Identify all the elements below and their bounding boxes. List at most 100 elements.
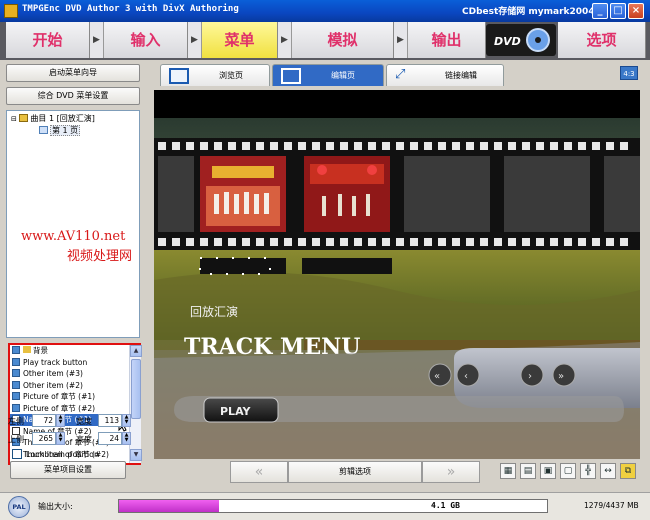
nav-step-output[interactable]: 输出 <box>408 22 486 58</box>
list-item[interactable]: Picture of 章节 (#2) <box>10 403 129 415</box>
output-size-fill <box>119 500 219 512</box>
tab-browse[interactable]: 浏览页 <box>160 64 270 86</box>
svg-text:«: « <box>434 371 440 382</box>
list-item[interactable]: Play track button <box>10 357 129 369</box>
menu-subtitle[interactable]: 回放汇演 <box>190 304 238 319</box>
dvd-logo-text: DVD <box>494 35 521 48</box>
grid-icon[interactable]: ▦ <box>500 463 516 479</box>
menu-wizard-button[interactable]: 启动菜单向导 <box>6 64 140 82</box>
scroll-down-icon[interactable]: ▼ <box>130 449 142 461</box>
menu-item-list: 背景 Play track button Other item (#3) Oth… <box>8 343 142 465</box>
height-input[interactable]: 24 <box>98 432 122 445</box>
menu-preview-canvas[interactable]: 回放汇演 TRACK MENU « ‹ › » PLAY <box>154 90 640 459</box>
chevron-right-icon: ▶ <box>278 22 292 58</box>
lock-icon <box>23 346 31 353</box>
scroll-up-icon[interactable]: ▲ <box>130 345 142 357</box>
page-navigation: « 剪辑选项 » <box>230 461 490 483</box>
list-scrollbar[interactable]: ▲ ▼ <box>129 345 142 463</box>
thumbnail-chapter-2[interactable] <box>304 156 390 232</box>
left-position-stepper[interactable]: ▲ ▼ <box>56 414 65 427</box>
chevron-right-icon: ▶ <box>188 22 202 58</box>
list-item[interactable]: Other item (#2) <box>10 380 129 392</box>
expand-arrows-icon: ⤢ <box>395 67 406 82</box>
scroll-thumb[interactable] <box>131 359 141 419</box>
lock-position-checkbox[interactable] <box>12 449 22 459</box>
left-label: 左侧 <box>8 417 24 426</box>
chevron-right-icon: ▶ <box>394 22 408 58</box>
left-position-input[interactable]: 72 <box>32 414 56 427</box>
svg-text:›: › <box>528 371 532 382</box>
grid-fine-icon[interactable]: ▤ <box>520 463 536 479</box>
next-chapter-button[interactable]: » <box>552 363 576 387</box>
play-label: PLAY <box>220 405 252 418</box>
aspect-ratio-badge[interactable]: 4:3 <box>620 66 638 80</box>
edit-grid-icon <box>281 68 301 84</box>
nav-step-menu[interactable]: 菜单 <box>202 22 278 58</box>
nav-step-start[interactable]: 开始 <box>6 22 90 58</box>
tree-node-page[interactable]: 第 1 页 <box>39 125 81 136</box>
item-icon <box>12 369 20 377</box>
item-settings-button[interactable]: 菜单项目设置 <box>10 461 126 479</box>
clip-options-button[interactable]: 剪辑选项 <box>288 461 422 483</box>
next-button[interactable]: › <box>520 363 544 387</box>
step-navigation: 开始 ▶ 输入 ▶ 菜单 ▶ 模拟 ▶ 输出 DVD 选项 <box>0 22 650 60</box>
chevron-right-icon: ▶ <box>90 22 104 58</box>
item-icon <box>12 357 20 366</box>
minimize-button[interactable]: _ <box>592 3 608 19</box>
item-icon <box>12 403 20 412</box>
tv-system-badge: PAL <box>8 496 30 518</box>
tab-link-edit[interactable]: ⤢ 链接编辑 <box>386 64 504 86</box>
item-icon <box>12 380 20 389</box>
watermark-url: www.AV110.net <box>21 229 126 244</box>
menu-tree: ⊟ 曲目 1 [回放汇演] 第 1 页 www.AV110.net 视频处理网 <box>6 110 140 338</box>
prev-button[interactable]: ‹ <box>456 363 480 387</box>
watermark-text: CDbest存储网 mymark2004 <box>462 7 595 17</box>
maximize-button[interactable]: □ <box>610 3 626 19</box>
item-icon <box>12 346 20 354</box>
width-stepper[interactable]: ▲ ▼ <box>122 414 131 427</box>
prev-page-button[interactable]: « <box>230 461 288 483</box>
nav-step-input[interactable]: 输入 <box>104 22 188 58</box>
folder-icon <box>19 114 29 122</box>
disc-capacity: 1279/4437 MB <box>584 501 639 510</box>
chapter-name-2[interactable] <box>302 258 392 274</box>
lock-position-label: Lock item position <box>26 450 100 459</box>
title-bar: TMPGEnc DVD Author 3 with DivX Authoring… <box>0 0 650 22</box>
thumbnail-chapter-1[interactable] <box>200 156 286 232</box>
next-page-button[interactable]: » <box>422 461 480 483</box>
output-size-bar: 4.1 GB <box>118 499 548 513</box>
list-item[interactable]: Picture of 章节 (#1) <box>10 391 129 403</box>
horizontal-arrows-icon[interactable]: ↔ <box>600 463 616 479</box>
overlap-icon[interactable]: ⧉ <box>620 463 636 479</box>
frame-icon[interactable]: ▢ <box>560 463 576 479</box>
tab-edit[interactable]: 编辑页 <box>272 64 384 86</box>
output-size-value: 4.1 GB <box>431 501 460 510</box>
height-label: 高度 <box>76 435 92 444</box>
height-stepper[interactable]: ▲ ▼ <box>122 432 131 445</box>
top-position-input[interactable]: 265 <box>32 432 56 445</box>
page-icon <box>39 126 48 134</box>
top-position-stepper[interactable]: ▲ ▼ <box>56 432 65 445</box>
dvd-menu-settings-button[interactable]: 综合 DVD 菜单设置 <box>6 87 140 105</box>
top-label: 上侧 <box>8 435 24 444</box>
width-input[interactable]: 113 <box>98 414 122 427</box>
svg-text:»: » <box>558 371 564 382</box>
nav-step-options[interactable]: 选项 <box>558 22 646 58</box>
chapter-name-1[interactable] <box>200 258 286 274</box>
prev-chapter-button[interactable]: « <box>428 363 452 387</box>
list-item[interactable]: 背景 <box>10 345 129 357</box>
safe-area-icon[interactable]: ▣ <box>540 463 556 479</box>
list-item[interactable]: Other item (#3) <box>10 368 129 380</box>
tree-node-track[interactable]: ⊟ 曲目 1 [回放汇演] <box>11 113 95 124</box>
status-bar: PAL 输出大小: 4.1 GB 1279/4437 MB <box>0 492 650 520</box>
close-button[interactable]: × <box>628 3 644 19</box>
nav-step-simulate[interactable]: 模拟 <box>292 22 394 58</box>
window-title: TMPGEnc DVD Author 3 with DivX Authoring <box>22 4 239 14</box>
item-icon <box>12 392 20 400</box>
watermark-label: 视频处理网 <box>67 249 133 264</box>
svg-text:‹: ‹ <box>464 371 468 382</box>
main-editor: 浏览页 编辑页 ⤢ 链接编辑 4:3 回放汇演 TRACK MENU « ‹ ›… <box>150 60 650 492</box>
output-size-label: 输出大小: <box>38 502 73 511</box>
crosshair-icon[interactable]: ╬ <box>580 463 596 479</box>
app-icon <box>4 4 18 18</box>
